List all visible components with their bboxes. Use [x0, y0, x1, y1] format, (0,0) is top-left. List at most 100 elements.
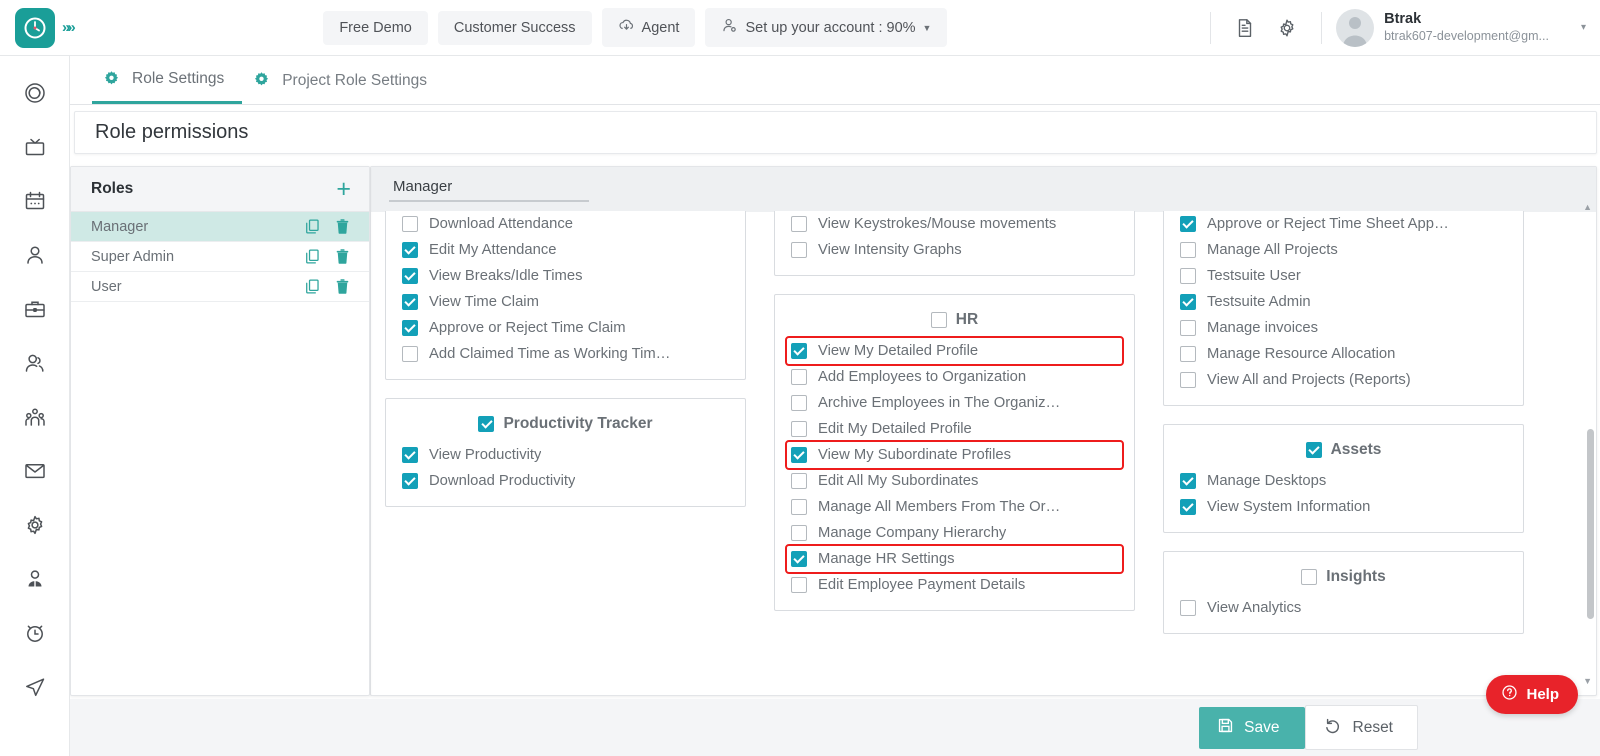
- setup-account-button[interactable]: Set up your account : 90% ▼: [705, 8, 948, 47]
- agent-button[interactable]: Agent: [601, 8, 696, 47]
- sidebar-item-messages[interactable]: [15, 458, 55, 484]
- permission-option[interactable]: View Breaks/Idle Times: [398, 263, 733, 289]
- permission-option[interactable]: Manage All Projects: [1176, 237, 1511, 263]
- role-row[interactable]: User: [71, 272, 369, 302]
- card-title-checkbox[interactable]: [930, 312, 947, 328]
- permission-checkbox[interactable]: [1180, 372, 1196, 388]
- role-row[interactable]: Super Admin: [71, 242, 369, 272]
- permission-option[interactable]: Add Claimed Time as Working Tim…: [398, 341, 733, 367]
- free-demo-button[interactable]: Free Demo: [323, 10, 428, 45]
- save-button[interactable]: Save: [1199, 706, 1305, 749]
- permission-option[interactable]: Approve or Reject Time Sheet App…: [1176, 211, 1511, 237]
- reset-button[interactable]: Reset: [1304, 705, 1418, 750]
- document-icon[interactable]: [1225, 8, 1265, 48]
- permission-option[interactable]: Download Attendance: [398, 211, 733, 237]
- permission-option[interactable]: View All and Projects (Reports): [1176, 367, 1511, 393]
- permission-option[interactable]: View Productivity: [398, 442, 733, 468]
- permission-checkbox[interactable]: [402, 216, 418, 232]
- sidebar-item-organization[interactable]: [15, 404, 55, 430]
- sidebar-item-teams[interactable]: [15, 350, 55, 376]
- customer-success-button[interactable]: Customer Success: [437, 10, 592, 45]
- permission-option[interactable]: Manage invoices: [1176, 315, 1511, 341]
- permission-checkbox[interactable]: [791, 447, 807, 463]
- logo-area[interactable]: [0, 0, 70, 56]
- permission-checkbox[interactable]: [791, 369, 807, 385]
- permission-checkbox[interactable]: [791, 551, 807, 567]
- permission-checkbox[interactable]: [402, 346, 418, 362]
- permission-checkbox[interactable]: [1180, 294, 1196, 310]
- permission-checkbox[interactable]: [791, 473, 807, 489]
- permission-checkbox[interactable]: [791, 499, 807, 515]
- permission-option[interactable]: Manage Company Hierarchy: [787, 520, 1122, 546]
- sidebar-item-timer[interactable]: [15, 620, 55, 646]
- card-title-row[interactable]: Productivity Tracker: [398, 409, 733, 442]
- permission-checkbox[interactable]: [1180, 216, 1196, 232]
- trash-icon[interactable]: [334, 278, 351, 295]
- permission-checkbox[interactable]: [791, 525, 807, 541]
- permission-checkbox[interactable]: [791, 242, 807, 258]
- copy-icon[interactable]: [304, 278, 321, 295]
- chevrons-right-icon[interactable]: »»: [62, 19, 76, 36]
- scrollbar-thumb[interactable]: [1587, 429, 1594, 619]
- card-title-checkbox[interactable]: [478, 416, 495, 432]
- permission-checkbox[interactable]: [402, 473, 418, 489]
- permission-option[interactable]: View Analytics: [1176, 595, 1511, 621]
- card-title-checkbox[interactable]: [1301, 569, 1318, 585]
- permission-option[interactable]: Archive Employees in The Organiz…: [787, 390, 1122, 416]
- card-title-row[interactable]: Assets: [1176, 435, 1511, 468]
- permission-checkbox[interactable]: [791, 395, 807, 411]
- permission-option[interactable]: Testsuite User: [1176, 263, 1511, 289]
- permission-option[interactable]: Edit Employee Payment Details: [787, 572, 1122, 598]
- copy-icon[interactable]: [304, 248, 321, 265]
- permission-option[interactable]: Edit My Attendance: [398, 237, 733, 263]
- sidebar-item-projects[interactable]: [15, 296, 55, 322]
- sidebar-item-screenshots[interactable]: [15, 134, 55, 160]
- permission-checkbox[interactable]: [402, 320, 418, 336]
- permission-checkbox[interactable]: [1180, 600, 1196, 616]
- permission-option[interactable]: View Intensity Graphs: [787, 237, 1122, 263]
- permission-option[interactable]: Manage HR Settings: [785, 544, 1124, 574]
- permission-option[interactable]: View My Detailed Profile: [785, 336, 1124, 366]
- permission-option[interactable]: Manage All Members From The Or…: [787, 494, 1122, 520]
- chevron-down-icon[interactable]: ▾: [1581, 22, 1586, 33]
- permission-option[interactable]: View My Subordinate Profiles: [785, 440, 1124, 470]
- role-row[interactable]: Manager: [71, 212, 369, 242]
- trash-icon[interactable]: [334, 248, 351, 265]
- add-role-button[interactable]: +: [336, 176, 351, 202]
- tab-role-settings[interactable]: Role Settings: [92, 56, 243, 104]
- permission-option[interactable]: View System Information: [1176, 494, 1511, 520]
- permission-option[interactable]: Download Productivity: [398, 468, 733, 494]
- collapse-down-caret-icon[interactable]: ▼: [1583, 676, 1592, 686]
- collapse-up-caret-icon[interactable]: ▲: [1583, 202, 1592, 212]
- permission-checkbox[interactable]: [791, 577, 807, 593]
- permission-checkbox[interactable]: [402, 294, 418, 310]
- sidebar-item-settings[interactable]: [15, 512, 55, 538]
- permission-checkbox[interactable]: [791, 216, 807, 232]
- permission-checkbox[interactable]: [1180, 473, 1196, 489]
- permission-option[interactable]: Add Employees to Organization: [787, 364, 1122, 390]
- copy-icon[interactable]: [304, 218, 321, 235]
- card-title-row[interactable]: HR: [787, 305, 1122, 338]
- card-title-checkbox[interactable]: [1305, 442, 1322, 458]
- user-menu[interactable]: Btrak btrak607-development@gm... ▾: [1336, 8, 1586, 47]
- permission-option[interactable]: Manage Resource Allocation: [1176, 341, 1511, 367]
- sidebar-item-dashboard[interactable]: [15, 80, 55, 106]
- help-button[interactable]: Help: [1486, 675, 1578, 714]
- permission-option[interactable]: View Time Claim: [398, 289, 733, 315]
- sidebar-item-send[interactable]: [15, 674, 55, 700]
- permissions-scrollbar[interactable]: [1587, 167, 1594, 652]
- sidebar-item-profile[interactable]: [15, 242, 55, 268]
- sidebar-item-employees[interactable]: [15, 566, 55, 592]
- permission-option[interactable]: Edit All My Subordinates: [787, 468, 1122, 494]
- trash-icon[interactable]: [334, 218, 351, 235]
- tab-project-role-settings[interactable]: Project Role Settings: [242, 56, 445, 104]
- permission-option[interactable]: Testsuite Admin: [1176, 289, 1511, 315]
- permission-checkbox[interactable]: [1180, 320, 1196, 336]
- permission-checkbox[interactable]: [402, 242, 418, 258]
- permission-checkbox[interactable]: [1180, 346, 1196, 362]
- permission-checkbox[interactable]: [791, 343, 807, 359]
- sidebar-item-attendance[interactable]: [15, 188, 55, 214]
- permission-option[interactable]: Manage Desktops: [1176, 468, 1511, 494]
- permission-option[interactable]: View Keystrokes/Mouse movements: [787, 211, 1122, 237]
- role-name-input[interactable]: [389, 178, 589, 202]
